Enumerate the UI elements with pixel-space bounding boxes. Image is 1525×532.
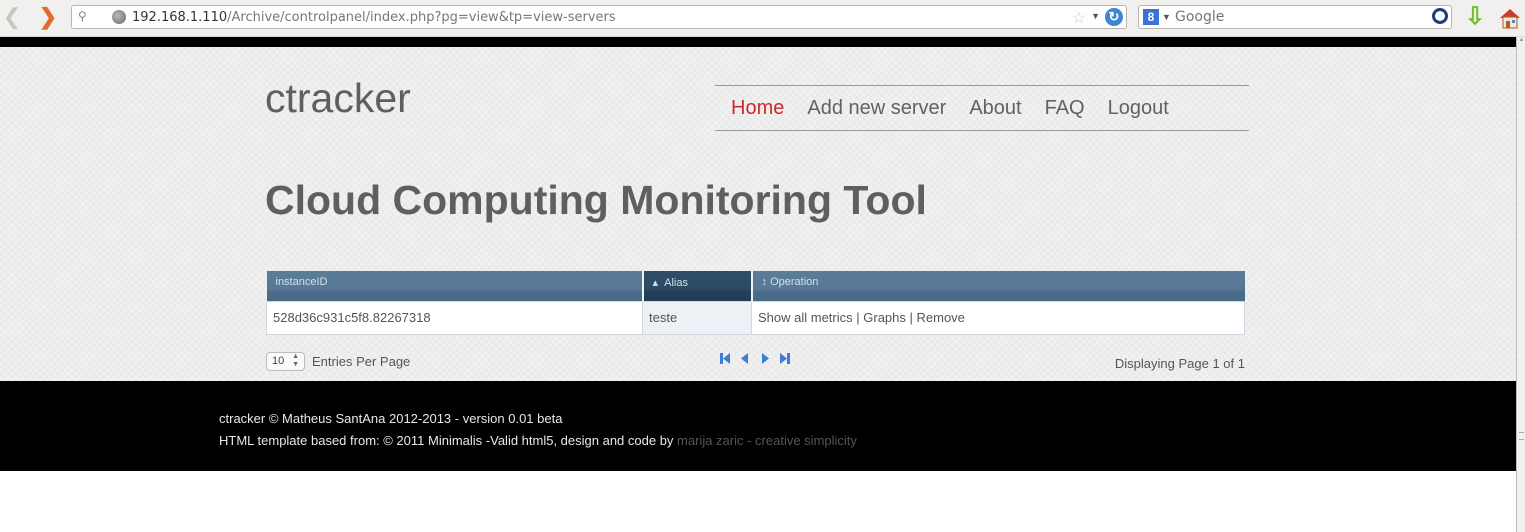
bookmark-star-icon[interactable]: ☆	[1072, 8, 1086, 28]
url-text[interactable]: 192.168.1.110/Archive/controlpanel/index…	[132, 10, 616, 25]
remove-link[interactable]: Remove	[917, 310, 965, 325]
search-bar: 8 ▼	[1138, 5, 1452, 29]
globe-icon	[112, 10, 126, 24]
entries-per-page-value: 10	[272, 355, 285, 367]
column-header-instanceid[interactable]: instanceID	[266, 271, 644, 301]
pagination-controls	[719, 352, 791, 365]
back-button[interactable]: ❮	[2, 6, 22, 29]
url-host: 192.168.1.110	[132, 10, 228, 25]
scrollbar-grip-icon[interactable]	[1519, 432, 1524, 440]
forward-button[interactable]: ❯	[38, 6, 58, 29]
footer-credit-text: HTML template based from: © 2011 Minimal…	[219, 433, 678, 448]
nav-about[interactable]: About	[969, 97, 1021, 120]
page-title: Cloud Computing Monitoring Tool	[265, 177, 927, 223]
engine-dropdown-icon[interactable]: ▼	[1162, 12, 1171, 22]
footer-template-credit: HTML template based from: © 2011 Minimal…	[219, 433, 1516, 448]
main-nav: Home Add new server About FAQ Logout	[715, 85, 1249, 131]
download-icon[interactable]: ⇩	[1464, 5, 1486, 30]
footer: ctracker © Matheus SantAna 2012-2013 - v…	[0, 381, 1516, 471]
column-label: instanceID	[275, 276, 328, 288]
google-engine-icon[interactable]: 8	[1143, 9, 1159, 25]
reload-icon[interactable]: ↻	[1105, 8, 1123, 26]
designer-link[interactable]: marija zaric - creative simplicity	[677, 433, 857, 448]
footer-copyright: ctracker © Matheus SantAna 2012-2013 - v…	[219, 411, 563, 426]
spinner-icon: ▲ ▼	[292, 353, 299, 368]
url-path: /Archive/controlpanel/index.php?pg=view&…	[227, 10, 616, 25]
sort-both-icon: ↕	[761, 276, 768, 288]
show-all-metrics-link[interactable]: Show all metrics	[758, 310, 853, 325]
next-page-icon[interactable]	[759, 352, 771, 365]
table-row: 528d36c931c5f8.82267318 teste Show all m…	[266, 300, 1245, 335]
column-label: Alias	[664, 277, 688, 289]
site-logo[interactable]: ctracker	[265, 75, 411, 122]
address-bar[interactable]: ⚲ 192.168.1.110/Archive/controlpanel/ind…	[71, 5, 1127, 29]
entries-per-page-select[interactable]: 10 ▲ ▼	[266, 352, 305, 371]
column-label: Operation	[770, 276, 819, 288]
cell-instanceid: 528d36c931c5f8.82267318	[266, 300, 643, 335]
last-page-icon[interactable]	[779, 352, 791, 365]
nav-add-new-server[interactable]: Add new server	[807, 97, 946, 120]
scroll-up-arrow-icon[interactable]: ▲	[1517, 37, 1525, 47]
search-icon[interactable]	[1432, 8, 1448, 24]
home-icon[interactable]	[1498, 6, 1522, 30]
cell-alias: teste	[642, 300, 752, 335]
entries-per-page-label: Entries Per Page	[312, 354, 411, 369]
nav-faq[interactable]: FAQ	[1045, 97, 1085, 120]
graphs-link[interactable]: Graphs	[863, 310, 906, 325]
cell-operations: Show all metrics | Graphs | Remove	[751, 300, 1245, 335]
entries-per-page: 10 ▲ ▼ Entries Per Page	[266, 352, 410, 371]
page-viewport: ctracker Home Add new server About FAQ L…	[0, 37, 1516, 532]
column-header-operation[interactable]: ↕ Operation	[751, 271, 1245, 301]
prev-page-icon[interactable]	[739, 352, 751, 365]
column-header-alias[interactable]: ▴ Alias	[642, 271, 753, 301]
browser-toolbar: ❮ ❯ ⚲ 192.168.1.110/Archive/controlpanel…	[0, 0, 1525, 37]
first-page-icon[interactable]	[719, 352, 731, 365]
page-content: ctracker Home Add new server About FAQ L…	[0, 47, 1516, 381]
nav-logout[interactable]: Logout	[1108, 97, 1169, 120]
sort-asc-icon: ▴	[652, 277, 659, 289]
nav-home[interactable]: Home	[731, 97, 784, 120]
key-icon: ⚲	[78, 9, 87, 23]
url-dropdown-icon[interactable]: ▼	[1091, 11, 1100, 21]
vertical-scrollbar[interactable]: ▲	[1516, 37, 1525, 532]
table-header-row: instanceID ▴ Alias ↕ Operation	[266, 271, 1245, 301]
servers-table: instanceID ▴ Alias ↕ Operation 528d36c93…	[266, 271, 1245, 335]
search-input[interactable]	[1175, 8, 1425, 26]
page-top-bar	[0, 37, 1516, 47]
page-info: Displaying Page 1 of 1	[1114, 356, 1245, 371]
